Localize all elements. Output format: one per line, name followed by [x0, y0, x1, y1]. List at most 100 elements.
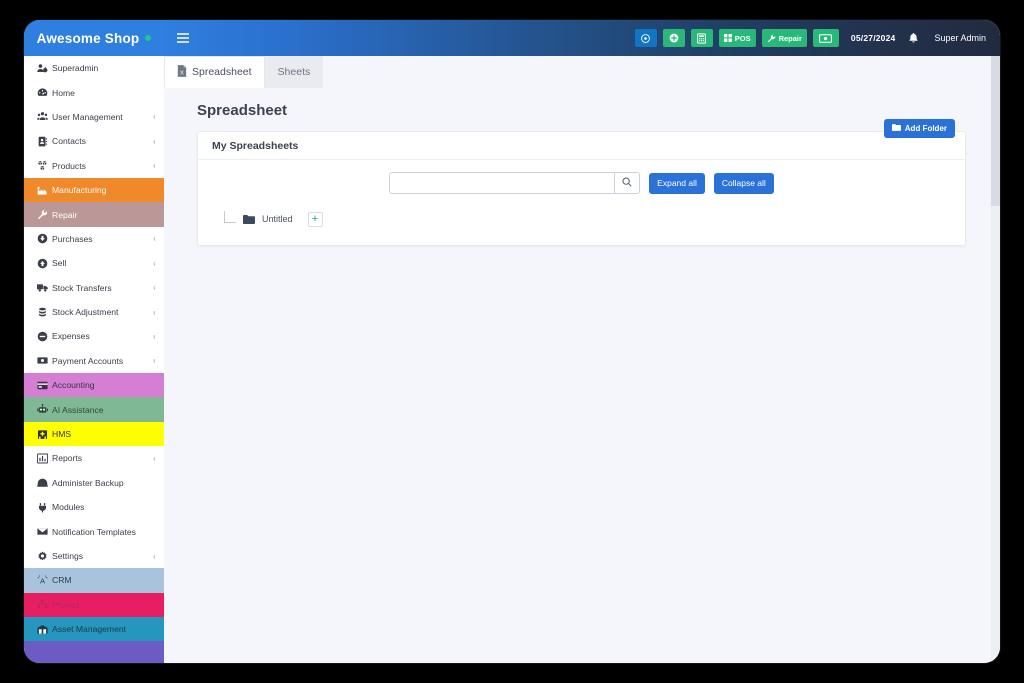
tachometer-icon	[37, 87, 52, 98]
add-folder-label: Add Folder	[904, 124, 947, 133]
sidebar-item-label: User Management	[52, 111, 123, 122]
sidebar-item-crm[interactable]: A CRM	[24, 568, 164, 593]
chevron-left-icon: ‹	[153, 136, 156, 146]
sidebar-item-label: Notification Templates	[52, 526, 136, 537]
sidebar-item-label: Payment Accounts	[52, 355, 124, 366]
sidebar-item-label: Stock Adjustment	[52, 307, 119, 318]
sidebar-item-products[interactable]: Products ‹	[24, 153, 164, 178]
brand-logo[interactable]: Awesome Shop	[24, 20, 164, 56]
scrollbar-thumb[interactable]	[991, 56, 1000, 206]
sidebar-item-label: Expenses	[52, 331, 90, 342]
sidebar-item-administer-backup[interactable]: Administer Backup	[24, 470, 164, 496]
sidebar-item-accounting[interactable]: Accounting	[24, 373, 164, 398]
folder-icon	[243, 214, 255, 224]
credit-card-icon	[37, 380, 52, 391]
user-menu[interactable]: Super Admin	[934, 33, 986, 43]
sidebar-item-label: Settings	[52, 551, 84, 561]
app-window: Awesome Shop POS Repair 05/27/2024 Super…	[24, 20, 1000, 663]
add-sheet-button[interactable]: +	[307, 211, 323, 227]
sidebar-item-superadmin[interactable]: Superadmin	[24, 56, 164, 81]
hamburger-icon[interactable]	[177, 33, 189, 43]
sidebar-item-home[interactable]: Home	[24, 80, 164, 105]
search-box	[389, 172, 641, 194]
tab-spreadsheet[interactable]: X Spreadsheet	[164, 56, 265, 88]
chevron-left-icon: ‹	[153, 307, 156, 317]
chevron-left-icon: ‹	[153, 283, 156, 293]
sidebar-item-manufacturing[interactable]: Manufacturing	[24, 177, 164, 203]
collapse-all-button[interactable]: Collapse all	[713, 172, 774, 194]
tab-bar: X Spreadsheet Sheets	[164, 56, 1000, 88]
robot-icon	[37, 404, 52, 415]
navbar-pos-button[interactable]: POS	[718, 29, 756, 47]
search-row: Expand all Collapse all	[212, 172, 951, 194]
sidebar-item-project[interactable]: Project	[24, 592, 164, 617]
navbar-add-button[interactable]	[662, 29, 685, 47]
sidebar-item-label: HMS	[52, 429, 72, 440]
sidebar-item-label: Home	[52, 87, 75, 98]
sidebar-item-label: Contacts	[52, 136, 86, 147]
hospital-icon	[37, 429, 52, 440]
sidebar-item-hms[interactable]: HMS	[24, 421, 164, 447]
industry-icon	[37, 185, 52, 196]
vertical-scrollbar[interactable]	[991, 56, 1000, 663]
expand-all-button[interactable]: Expand all	[649, 172, 705, 194]
sidebar-item-stock-adjustment[interactable]: Stock Adjustment ‹	[24, 299, 164, 325]
sidebar-item-partial[interactable]	[24, 641, 164, 663]
cubes-icon	[37, 160, 52, 171]
sidebar-item-purchases[interactable]: Purchases ‹	[24, 226, 164, 252]
navbar-clock-button[interactable]	[634, 29, 657, 47]
sidebar-item-contacts[interactable]: Contacts ‹	[24, 129, 164, 154]
sidebar-item-label: Purchases	[52, 233, 93, 244]
my-spreadsheets-card: My Spreadsheets Add Folder Expand all Co…	[197, 119, 966, 246]
minus-circle-icon	[37, 331, 52, 342]
sidebar-item-label: Reports	[52, 453, 83, 464]
broadcast-icon: A	[37, 575, 52, 586]
tree-item-untitled[interactable]: Untitled +	[224, 211, 951, 227]
server-icon	[37, 477, 52, 488]
navbar-repair-button[interactable]: Repair	[761, 29, 807, 47]
sidebar-item-settings[interactable]: Settings ‹	[24, 543, 164, 569]
tab-sheets[interactable]: Sheets	[264, 56, 324, 88]
navbar-cash-register-button[interactable]	[812, 29, 839, 47]
sidebar-item-asset-management[interactable]: Asset Management	[24, 616, 164, 642]
plug-icon	[37, 502, 52, 513]
wrench-icon	[37, 209, 52, 220]
sidebar-item-user-management[interactable]: User Management ‹	[24, 104, 164, 130]
tree-item-label: Untitled	[262, 214, 293, 224]
sidebar-item-repair[interactable]: Repair	[24, 202, 164, 227]
chevron-left-icon: ‹	[153, 356, 156, 366]
envelope-icon	[37, 526, 52, 537]
brand-name: Awesome Shop	[36, 30, 140, 46]
svg-text:X: X	[180, 70, 184, 76]
card-header: My Spreadsheets Add Folder	[198, 119, 965, 160]
sidebar-item-reports[interactable]: Reports ‹	[24, 446, 164, 471]
sidebar-item-payment-accounts[interactable]: Payment Accounts ‹	[24, 348, 164, 374]
add-folder-button[interactable]: Add Folder	[883, 119, 955, 138]
sidebar-item-label: Products	[52, 160, 86, 171]
truck-icon	[37, 282, 52, 293]
navbar-pos-label: POS	[734, 33, 751, 43]
warehouse-icon	[37, 624, 52, 635]
tab-spreadsheet-label: Spreadsheet	[192, 66, 252, 78]
sidebar-item-label: Modules	[52, 502, 85, 513]
search-button[interactable]	[614, 172, 641, 194]
search-input[interactable]	[389, 172, 615, 194]
sidebar-item-sell[interactable]: Sell ‹	[24, 251, 164, 276]
sidebar-item-ai-assistance[interactable]: AI Assistance	[24, 397, 164, 422]
file-excel-icon: X	[177, 64, 187, 80]
sidebar-item-modules[interactable]: Modules	[24, 495, 164, 520]
users-icon	[37, 111, 52, 122]
bell-icon[interactable]	[909, 33, 918, 43]
chevron-left-icon: ‹	[153, 234, 156, 244]
sidebar-item-expenses[interactable]: Expenses ‹	[24, 324, 164, 349]
sidebar-item-label: Manufacturing	[52, 185, 107, 196]
sidebar-item-notification-templates[interactable]: Notification Templates	[24, 519, 164, 544]
chart-bar-icon	[37, 453, 52, 464]
sidebar-item-label: Superadmin	[52, 63, 99, 74]
chevron-left-icon: ‹	[153, 112, 156, 122]
sidebar-item-stock-transfers[interactable]: Stock Transfers ‹	[24, 275, 164, 300]
address-book-icon	[37, 136, 52, 147]
navbar-calculator-button[interactable]	[690, 29, 713, 47]
card-title: My Spreadsheets	[212, 139, 299, 152]
tab-sheets-label: Sheets	[277, 66, 311, 78]
